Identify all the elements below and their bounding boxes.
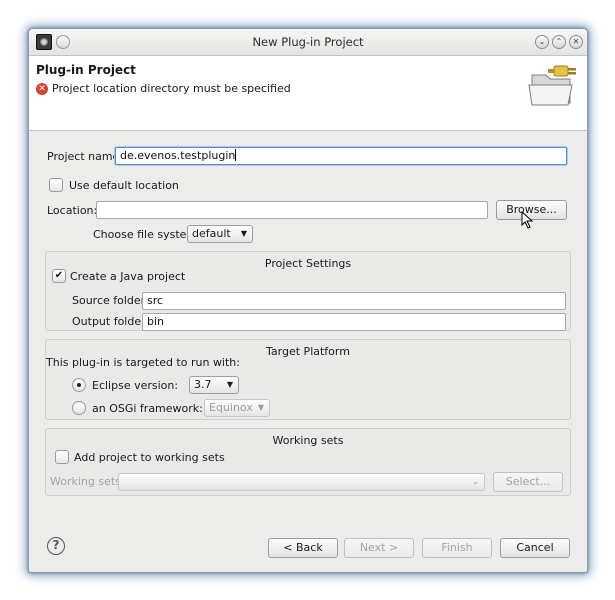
chevron-down-icon: ▼ <box>257 403 264 412</box>
osgi-framework-radio[interactable] <box>72 401 86 415</box>
add-to-working-sets-checkbox[interactable] <box>55 450 69 464</box>
target-platform-group: Target Platform This plug-in is targeted… <box>45 339 571 420</box>
project-name-value: de.evenos.testplugin <box>120 149 236 162</box>
select-working-sets-button[interactable]: Select... <box>493 472 563 492</box>
eclipse-version-label: Eclipse version: <box>92 379 179 392</box>
wizard-page-content: Project name: de.evenos.testplugin Use d… <box>29 131 587 572</box>
output-folder-input[interactable]: bin <box>142 313 566 331</box>
file-system-value: default <box>192 227 231 240</box>
working-sets-group: Working sets Add project to working sets… <box>45 428 571 496</box>
working-sets-combo[interactable]: ⌄ <box>118 473 485 491</box>
target-platform-intro: This plug-in is targeted to run with: <box>46 356 240 369</box>
chevron-down-icon: ▼ <box>226 380 233 389</box>
text-caret <box>235 149 237 161</box>
window-title: New Plug-in Project <box>252 35 364 49</box>
minimize-icon[interactable]: ⌄ <box>535 35 549 49</box>
eclipse-version-radio[interactable] <box>72 378 86 392</box>
back-button[interactable]: < Back <box>268 538 338 558</box>
chevron-down-icon: ▼ <box>240 229 247 238</box>
help-icon[interactable]: ? <box>47 537 65 555</box>
file-system-combo[interactable]: default ▼ <box>187 225 253 243</box>
use-default-location-label: Use default location <box>69 179 179 192</box>
osgi-framework-value: Equinox <box>209 401 253 414</box>
maximize-icon[interactable]: ⌃ <box>552 35 566 49</box>
output-folder-label: Output folder: <box>72 315 150 328</box>
osgi-framework-label: an OSGi framework: <box>92 402 203 415</box>
add-to-working-sets-label: Add project to working sets <box>74 451 225 464</box>
project-name-input[interactable]: de.evenos.testplugin <box>115 147 567 165</box>
finish-button[interactable]: Finish <box>422 538 492 558</box>
eclipse-version-combo[interactable]: 3.7 ▼ <box>189 376 239 394</box>
close-icon[interactable]: ✕ <box>569 35 583 49</box>
file-system-label: Choose file system: <box>93 228 201 241</box>
page-title: Plug-in Project <box>36 63 136 77</box>
project-name-label: Project name: <box>47 150 124 163</box>
osgi-framework-combo[interactable]: Equinox ▼ <box>204 399 270 417</box>
error-message-text: Project location directory must be speci… <box>52 82 291 95</box>
location-input[interactable] <box>96 201 488 219</box>
eclipse-version-value: 3.7 <box>194 378 212 391</box>
create-java-project-checkbox[interactable]: ✔ <box>52 269 66 283</box>
wizard-header: Plug-in Project ✕ Project location direc… <box>29 56 587 131</box>
mouse-cursor-icon <box>521 211 534 229</box>
error-message: ✕ Project location directory must be spe… <box>36 82 291 95</box>
project-settings-title: Project Settings <box>264 257 352 270</box>
working-sets-title: Working sets <box>272 434 344 447</box>
location-label: Location: <box>47 204 98 217</box>
chevron-down-icon: ⌄ <box>472 477 479 486</box>
create-java-project-label: Create a Java project <box>70 270 186 283</box>
source-folder-input[interactable]: src <box>142 292 566 310</box>
title-bar: New Plug-in Project ⌄ ⌃ ✕ <box>29 29 587 56</box>
project-settings-group: Project Settings ✔ Create a Java project… <box>45 251 571 331</box>
cancel-button[interactable]: Cancel <box>500 538 570 558</box>
use-default-location-checkbox[interactable] <box>49 178 63 192</box>
plugin-folder-icon <box>528 65 576 106</box>
working-sets-label: Working sets: <box>50 475 125 488</box>
new-plugin-project-dialog: New Plug-in Project ⌄ ⌃ ✕ Plug-in Projec… <box>28 28 588 573</box>
source-folder-label: Source folder: <box>72 294 149 307</box>
error-icon: ✕ <box>36 82 48 95</box>
next-button[interactable]: Next > <box>344 538 414 558</box>
